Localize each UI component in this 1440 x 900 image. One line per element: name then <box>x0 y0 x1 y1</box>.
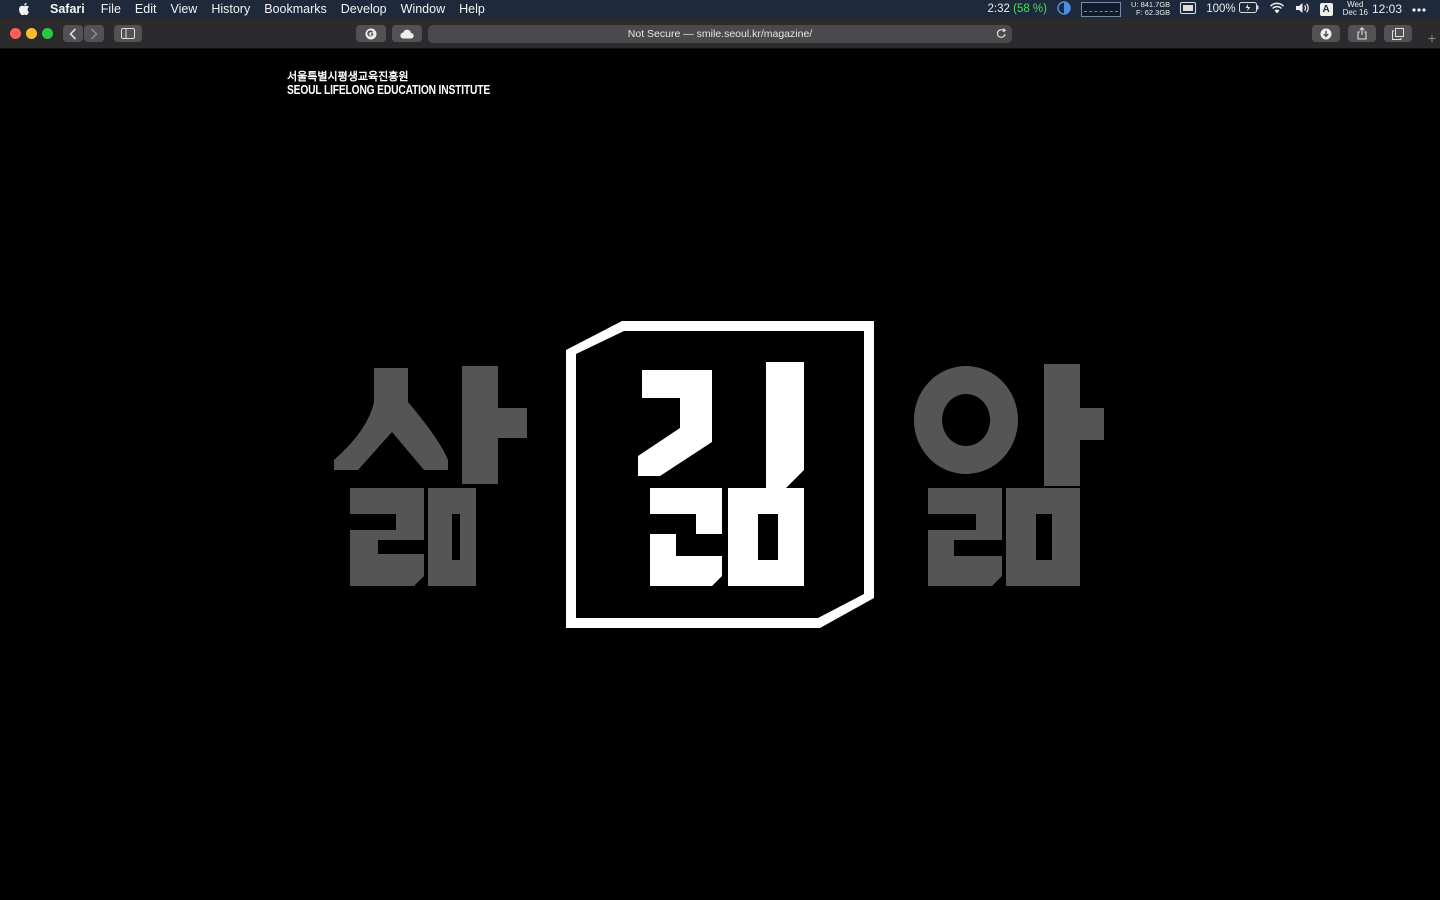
hero-syllable-right <box>913 364 1104 586</box>
hero-graphic <box>334 321 1104 628</box>
hero-syllable-center <box>566 321 874 628</box>
hero-syllable-left <box>334 366 527 586</box>
